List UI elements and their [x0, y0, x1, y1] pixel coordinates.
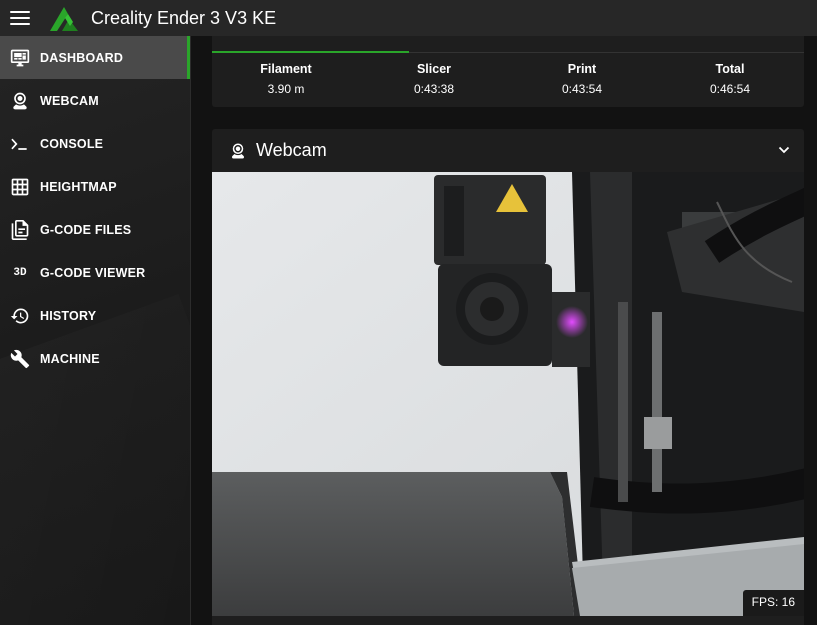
sidebar-item-label: HISTORY: [40, 308, 97, 323]
sidebar-item-label: CONSOLE: [40, 136, 104, 151]
tab-status-indicator: [212, 51, 409, 53]
webcam-stream[interactable]: FPS: 16: [212, 172, 804, 616]
chevron-down-icon[interactable]: [778, 144, 790, 156]
sidebar-item-dashboard[interactable]: DASHBOARD: [0, 36, 190, 79]
webcam-panel-header[interactable]: Webcam: [212, 129, 804, 172]
sidebar-item-console[interactable]: CONSOLE: [0, 122, 190, 165]
sidebar-item-gcode-files[interactable]: G-CODE FILES: [0, 208, 190, 251]
sidebar-item-label: WEBCAM: [40, 93, 99, 108]
file-document-icon: [0, 219, 40, 240]
sidebar-item-label: G-CODE VIEWER: [40, 265, 146, 280]
stat-label: Filament: [260, 62, 312, 76]
fps-badge: FPS: 16: [742, 590, 804, 616]
sidebar-item-history[interactable]: HISTORY: [0, 294, 190, 337]
stat-value: 3.90 m: [267, 82, 305, 96]
stat-slicer: Slicer 0:43:38: [360, 62, 508, 96]
sidebar-item-machine[interactable]: MACHINE: [0, 337, 190, 380]
stat-filament: Filament 3.90 m: [212, 62, 360, 96]
stats-row: Filament 3.90 m Slicer 0:43:38 Print 0:4…: [212, 62, 804, 96]
sidebar-item-heightmap[interactable]: HEIGHTMAP: [0, 165, 190, 208]
stat-label: Slicer: [416, 62, 452, 76]
stat-value: 0:46:54: [709, 82, 751, 96]
wrench-icon: [0, 349, 40, 369]
grid-icon: [0, 177, 40, 197]
status-tabs: [212, 36, 804, 53]
monitor-dashboard-icon: [0, 48, 40, 68]
webcam-icon: [0, 91, 40, 111]
3d-icon: 3D: [13, 266, 27, 279]
console-icon: [0, 134, 40, 154]
webcam-title: Webcam: [256, 140, 327, 160]
sidebar-item-gcode-viewer[interactable]: 3D G-CODE VIEWER: [0, 251, 190, 294]
sidebar-item-label: DASHBOARD: [40, 50, 124, 65]
webcam-image: [212, 172, 804, 616]
sidebar-item-label: HEIGHTMAP: [40, 179, 117, 194]
stat-print: Print 0:43:54: [508, 62, 656, 96]
stat-label: Total: [715, 62, 745, 76]
sidebar-item-webcam[interactable]: WEBCAM: [0, 79, 190, 122]
app-title: Creality Ender 3 V3 KE: [91, 7, 277, 28]
menu-icon[interactable]: [10, 11, 30, 25]
sidebar-item-label: G-CODE FILES: [40, 222, 132, 237]
app-bar: Creality Ender 3 V3 KE: [0, 0, 817, 36]
webcam-icon: [232, 143, 244, 158]
stat-value: 0:43:38: [413, 82, 455, 96]
main-content: Filament 3.90 m Slicer 0:43:38 Print 0:4…: [191, 36, 817, 625]
logo-icon: [50, 7, 78, 31]
webcam-panel: Webcam FPS: 16: [212, 129, 804, 625]
stat-total: Total 0:46:54: [656, 62, 804, 96]
sidebar: DASHBOARD WEBCAM CONSOLE HEIGHTMAP G-COD…: [0, 36, 191, 625]
stat-value: 0:43:54: [561, 82, 603, 96]
print-stats-card: Filament 3.90 m Slicer 0:43:38 Print 0:4…: [212, 36, 804, 107]
history-icon: [0, 306, 40, 326]
sidebar-item-label: MACHINE: [40, 351, 100, 366]
stat-label: Print: [567, 62, 597, 76]
